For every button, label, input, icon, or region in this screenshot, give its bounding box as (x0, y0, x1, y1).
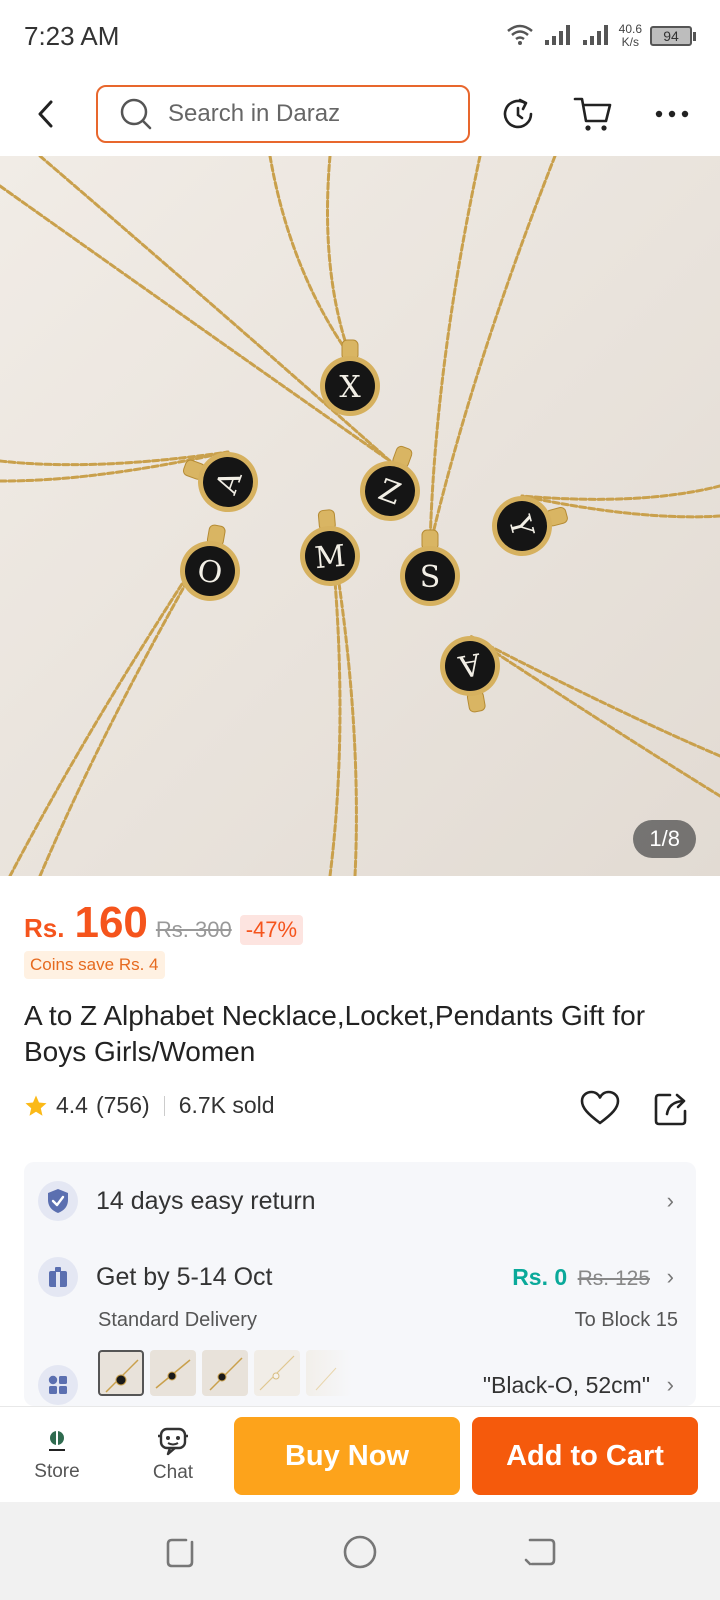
home-button[interactable] (338, 1530, 382, 1574)
price-current: 160 (74, 898, 148, 947)
variant-thumb[interactable] (254, 1350, 300, 1396)
rating-row[interactable]: 4.4 (756) 6.7K sold (24, 1092, 275, 1119)
battery-icon: 94 (650, 26, 696, 46)
image-counter: 1/8 (633, 820, 696, 858)
price-row: Rs. 160 Rs. 300 -47% (24, 898, 304, 948)
home-circle-icon (343, 1535, 377, 1569)
variant-thumb[interactable] (202, 1350, 248, 1396)
variant-thumb[interactable] (150, 1350, 196, 1396)
back-button[interactable] (26, 94, 66, 134)
back-nav-button[interactable] (518, 1530, 562, 1574)
delivery-fee: Rs. 0 Rs. 125 (512, 1264, 650, 1291)
add-to-cart-button[interactable]: Add to Cart (472, 1417, 698, 1495)
net-speed-value: 40.6 (618, 22, 642, 36)
recents-icon (166, 1538, 194, 1568)
variant-thumbnails (98, 1350, 378, 1400)
signal-icon (543, 22, 573, 51)
pendant-letter: S (420, 560, 441, 595)
wifi-icon (505, 22, 535, 51)
refresh-history-icon (503, 98, 533, 129)
product-image-gallery[interactable]: XZAYOMSA 1/8 (0, 156, 720, 876)
sold-count: 6.7K sold (178, 1092, 275, 1118)
more-button[interactable] (650, 92, 694, 136)
chat-icon (158, 1427, 188, 1456)
variant-selected: "Black-O, 52cm" (482, 1371, 650, 1398)
heart-icon (580, 1090, 620, 1125)
signal-icon-2 (581, 22, 611, 51)
coins-badge: Coins save Rs. 4 (24, 951, 165, 979)
status-bar: 7:23 AM 40.6 K/s 94 (0, 0, 720, 72)
store-logo-icon (49, 1431, 65, 1451)
delivery-fee-new: Rs. 0 (512, 1263, 568, 1290)
delivery-label: Get by 5-14 Oct (96, 1262, 273, 1291)
chevron-left-icon (38, 100, 53, 128)
status-time: 7:23 AM (24, 20, 120, 51)
chevron-right-icon: › (666, 1264, 674, 1289)
chevron-right-icon: › (666, 1188, 674, 1213)
net-speed: 40.6 K/s (619, 23, 642, 49)
store-button[interactable]: Store (12, 1407, 102, 1503)
star-icon (25, 1095, 47, 1116)
chat-button[interactable]: Chat (128, 1407, 218, 1503)
store-label: Store (34, 1461, 80, 1482)
wishlist-button[interactable] (578, 1086, 622, 1130)
delivery-type: Standard Delivery (98, 1308, 257, 1331)
chat-label: Chat (152, 1462, 194, 1483)
variant-thumb[interactable] (98, 1350, 144, 1396)
discount-badge: -47% (239, 915, 304, 945)
variant-thumb[interactable] (306, 1350, 352, 1396)
history-button[interactable] (496, 92, 540, 136)
share-button[interactable] (650, 1086, 694, 1130)
delivery-sub-row: Standard Delivery To Block 15 (24, 1302, 696, 1338)
rating-value: 4.4 (56, 1092, 88, 1118)
pendant-letter: M (313, 539, 347, 577)
top-bar: Search in Daraz (0, 78, 720, 150)
status-icons: 40.6 K/s 94 (505, 22, 696, 51)
price-original: Rs. 300 (155, 917, 232, 942)
delivery-row[interactable]: Get by 5-14 Oct Rs. 0 Rs. 125 › (24, 1252, 696, 1302)
delivery-info-card: 14 days easy return › Get by 5-14 Oct Rs… (24, 1162, 696, 1406)
delivery-box-icon (38, 1257, 78, 1297)
product-title: A to Z Alphabet Necklace,Locket,Pendants… (24, 1000, 646, 1067)
rating-count: (756) (95, 1092, 150, 1118)
return-policy-row[interactable]: 14 days easy return › (24, 1176, 696, 1226)
system-navigation-bar (0, 1502, 720, 1600)
delivery-fee-old: Rs. 125 (577, 1266, 650, 1290)
search-icon (120, 98, 152, 130)
search-placeholder: Search in Daraz (168, 100, 341, 127)
cart-button[interactable] (572, 92, 616, 136)
pendant-letter: X (339, 370, 361, 405)
bottom-action-bar: Store Chat Buy Now Add to Cart (0, 1406, 720, 1502)
share-icon (654, 1093, 687, 1126)
variant-row[interactable]: "Black-O, 52cm" › (24, 1350, 696, 1410)
recents-button[interactable] (158, 1530, 202, 1574)
buy-now-button[interactable]: Buy Now (234, 1417, 460, 1495)
chevron-right-icon: › (666, 1372, 674, 1397)
battery-level: 94 (650, 26, 692, 46)
cart-icon (573, 97, 612, 131)
back-nav-icon (524, 1538, 556, 1566)
delivery-location: To Block 15 (574, 1308, 678, 1331)
price-currency: Rs. (24, 913, 65, 943)
search-input[interactable]: Search in Daraz (96, 85, 470, 143)
more-horizontal-icon (655, 110, 689, 118)
return-policy-label: 14 days easy return (96, 1186, 316, 1215)
grid-icon (38, 1365, 78, 1405)
net-speed-unit: K/s (621, 35, 639, 49)
shield-check-icon (38, 1181, 78, 1221)
product-photo: XZAYO MSA (0, 156, 720, 876)
